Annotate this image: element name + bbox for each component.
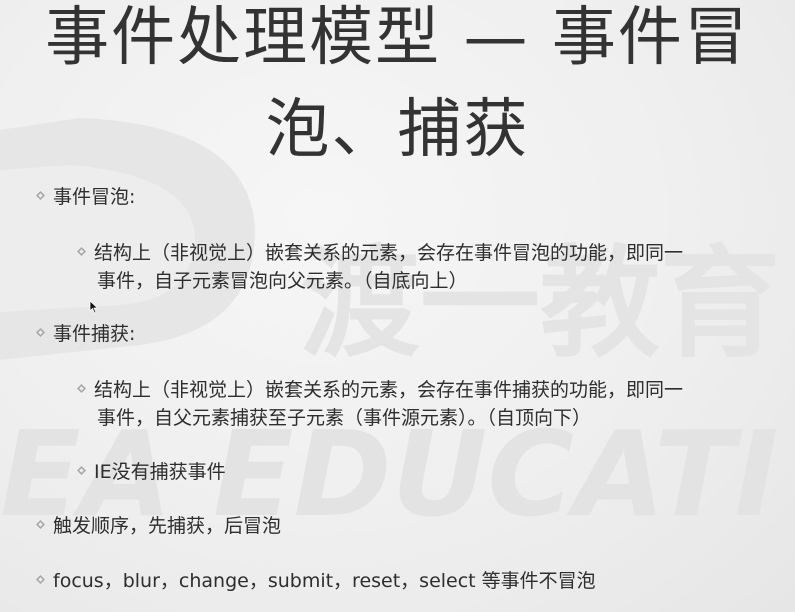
list-item-text: 事件冒泡: [53, 186, 136, 208]
list-item-text: focus，blur，change，submit，reset，select 等事… [53, 570, 596, 592]
list-item-text: 结构上（非视觉上）嵌套关系的元素，会存在事件冒泡的功能，即同一 [94, 242, 684, 264]
diamond-bullet-icon [36, 520, 45, 529]
list-item-continuation: 事件，自子元素冒泡向父元素。（自底向上） [97, 270, 468, 292]
list-item: focus，blur，change，submit，reset，select 等事… [36, 567, 596, 595]
list-item: 事件冒泡: [36, 183, 135, 211]
list-item-continuation: 事件，自父元素捕获至子元素（事件源元素）。（自顶向下） [97, 407, 592, 429]
list-item-text: 事件捕获: [53, 323, 136, 345]
list-item: 结构上（非视觉上）嵌套关系的元素，会存在事件冒泡的功能，即同一 [77, 239, 683, 267]
list-item-text: 结构上（非视觉上）嵌套关系的元素，会存在事件捕获的功能，即同一 [94, 379, 684, 401]
diamond-bullet-icon [36, 191, 45, 200]
list-item-text: 触发顺序，先捕获，后冒泡 [53, 515, 282, 537]
mouse-pointer-icon [89, 300, 99, 314]
list-item: 结构上（非视觉上）嵌套关系的元素，会存在事件捕获的功能，即同一 [77, 376, 683, 404]
list-item-text: IE没有捕获事件 [94, 461, 226, 483]
diamond-bullet-icon [36, 575, 45, 584]
diamond-bullet-icon [77, 466, 86, 475]
list-item: IE没有捕获事件 [77, 458, 226, 486]
diamond-bullet-icon [36, 328, 45, 337]
diamond-bullet-icon [77, 247, 86, 256]
diamond-bullet-icon [77, 384, 86, 393]
bullet-list: 事件冒泡: 结构上（非视觉上）嵌套关系的元素，会存在事件冒泡的功能，即同一 事件… [0, 0, 795, 612]
list-item: 事件捕获: [36, 320, 135, 348]
list-item: 触发顺序，先捕获，后冒泡 [36, 512, 281, 540]
